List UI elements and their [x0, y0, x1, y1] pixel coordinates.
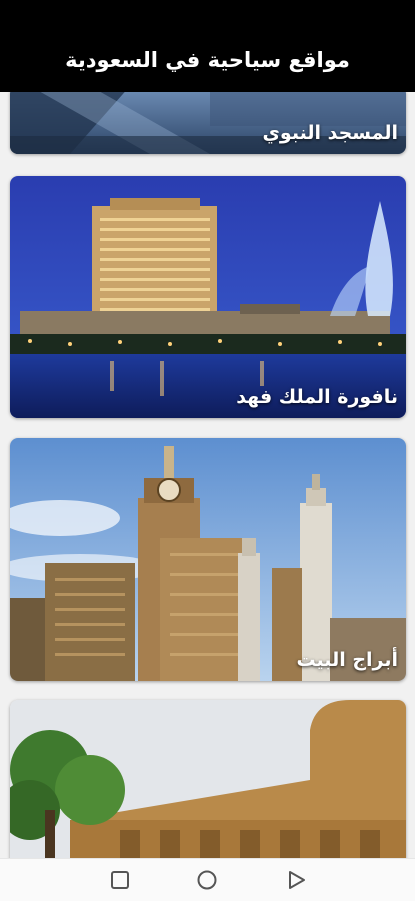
recent-apps-icon[interactable] — [107, 867, 133, 893]
home-icon[interactable] — [194, 867, 220, 893]
back-icon[interactable] — [283, 867, 309, 893]
place-card-abraj-al-bait[interactable]: أبراج البيت — [10, 438, 406, 681]
places-list[interactable]: المسجد النبوي نافورة الملك فهد أبراج الب… — [0, 92, 415, 858]
place-image-fourth — [10, 700, 406, 858]
place-card-king-fahd-fountain[interactable]: نافورة الملك فهد — [10, 176, 406, 418]
place-label: أبراج البيت — [296, 649, 398, 671]
place-label: المسجد النبوي — [262, 122, 399, 144]
page-title: مواقع سياحية في السعودية — [65, 48, 350, 72]
place-image-king-fahd-fountain — [10, 176, 406, 418]
place-card-fourth[interactable] — [10, 700, 406, 858]
place-image-abraj-al-bait — [10, 438, 406, 681]
place-label: نافورة الملك فهد — [236, 386, 398, 408]
app-bar: مواقع سياحية في السعودية — [0, 0, 415, 92]
place-card-prophets-mosque[interactable]: المسجد النبوي — [10, 92, 406, 154]
system-nav-bar — [0, 858, 415, 901]
